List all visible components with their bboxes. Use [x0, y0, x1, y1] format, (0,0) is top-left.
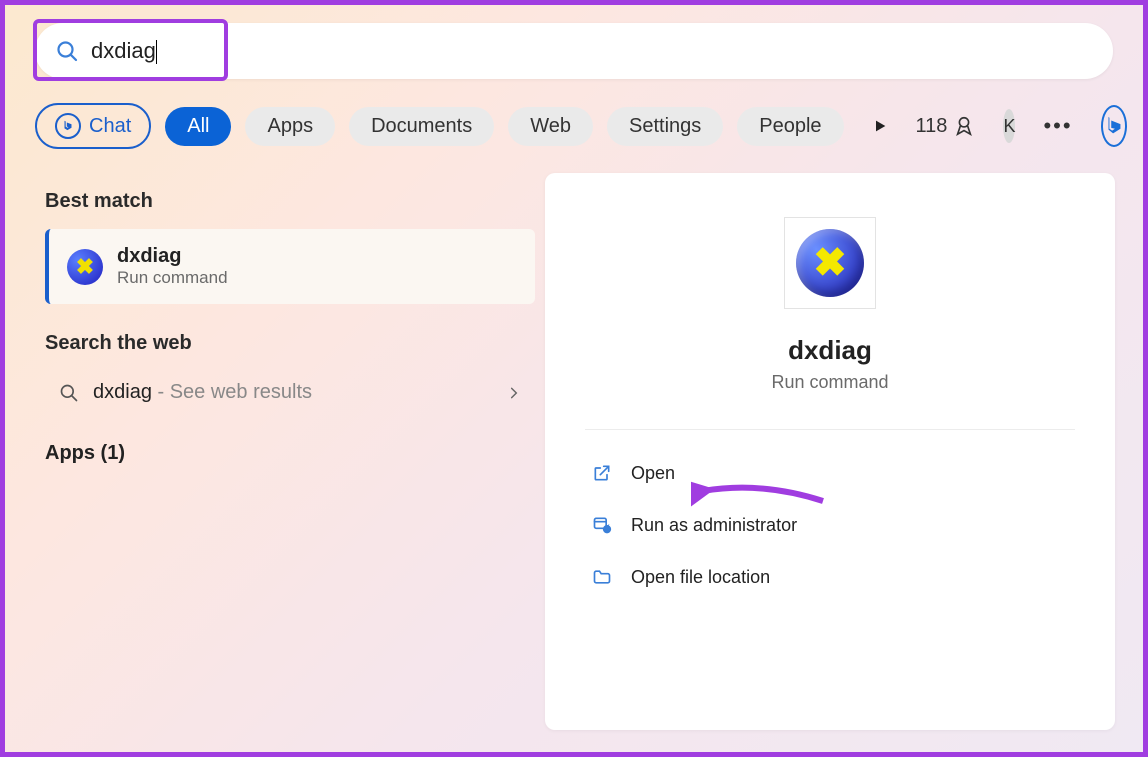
chat-label: Chat — [89, 115, 131, 138]
hero-title: dxdiag — [788, 335, 872, 366]
action-open[interactable]: Open — [585, 450, 1075, 496]
bing-chat-icon — [55, 113, 81, 139]
tab-all[interactable]: All — [165, 107, 231, 146]
search-bar[interactable]: dxdiag — [35, 23, 1113, 79]
hero-subtitle: Run command — [771, 372, 888, 393]
open-external-icon — [591, 462, 613, 484]
details-pane: ✖ dxdiag Run command Open Run as adminis… — [545, 173, 1115, 730]
run-admin-icon — [591, 514, 613, 536]
rewards-number: 118 — [916, 115, 948, 138]
divider — [585, 429, 1075, 430]
hero-section: ✖ dxdiag Run command — [585, 217, 1075, 393]
search-value: dxdiag — [91, 38, 156, 63]
filter-tabs-row: Chat All Apps Documents Web Settings Peo… — [35, 100, 1113, 152]
web-hint: - See web results — [152, 381, 312, 403]
action-label: Open — [631, 463, 675, 484]
bing-button[interactable] — [1101, 105, 1127, 147]
search-icon — [55, 39, 79, 63]
avatar-initial: K — [1003, 116, 1015, 137]
dxdiag-icon-large: ✖ — [796, 229, 864, 297]
more-tabs-icon[interactable] — [872, 118, 888, 134]
search-web-heading: Search the web — [45, 332, 535, 355]
action-label: Run as administrator — [631, 515, 797, 536]
result-subtitle: Run command — [117, 268, 228, 288]
chevron-right-icon — [507, 386, 521, 400]
web-result-item[interactable]: dxdiag - See web results — [45, 371, 535, 414]
results-left-pane: Best match ✖ dxdiag Run command Search t… — [45, 190, 535, 465]
result-title: dxdiag — [117, 245, 228, 268]
tab-web[interactable]: Web — [508, 107, 593, 146]
hero-icon-frame: ✖ — [784, 217, 876, 309]
action-open-location[interactable]: Open file location — [585, 554, 1075, 600]
overflow-menu-icon[interactable]: ••• — [1043, 113, 1072, 139]
dxdiag-icon: ✖ — [67, 249, 103, 285]
search-icon — [59, 383, 79, 403]
action-label: Open file location — [631, 567, 770, 588]
rewards-medal-icon — [953, 115, 975, 137]
web-term: dxdiag — [93, 381, 152, 403]
tab-apps[interactable]: Apps — [245, 107, 335, 146]
best-match-heading: Best match — [45, 190, 535, 213]
rewards-points[interactable]: 118 — [916, 115, 976, 138]
actions-list: Open Run as administrator Open file loca… — [585, 450, 1075, 600]
best-match-result[interactable]: ✖ dxdiag Run command — [45, 229, 535, 304]
action-run-admin[interactable]: Run as administrator — [585, 502, 1075, 548]
chat-tab[interactable]: Chat — [35, 103, 151, 149]
user-avatar[interactable]: K — [1003, 109, 1015, 143]
tab-people[interactable]: People — [737, 107, 843, 146]
apps-heading: Apps (1) — [45, 442, 535, 465]
tab-documents[interactable]: Documents — [349, 107, 494, 146]
text-caret — [156, 40, 157, 64]
search-input[interactable]: dxdiag — [91, 38, 1093, 64]
tab-settings[interactable]: Settings — [607, 107, 723, 146]
folder-icon — [591, 566, 613, 588]
